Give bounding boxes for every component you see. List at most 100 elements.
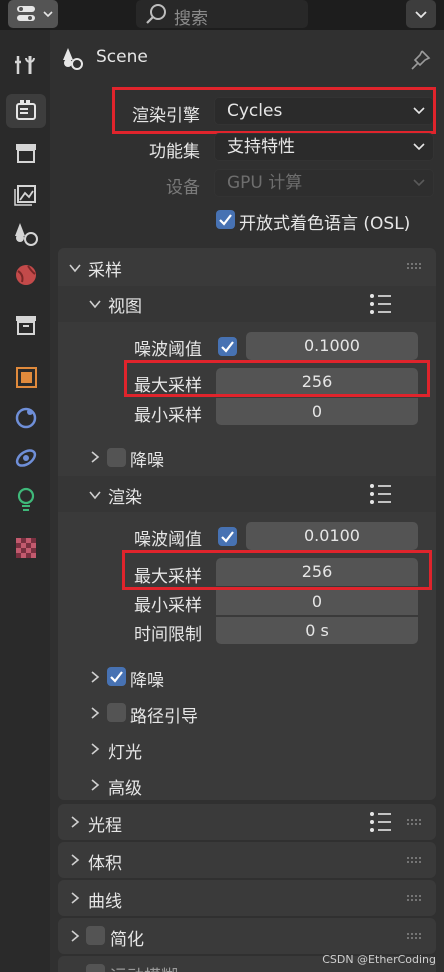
render-denoise-label: 降噪 (130, 671, 164, 691)
viewport-min-samples-label: 最小采样 (134, 406, 202, 426)
expand-right-icon[interactable] (88, 670, 102, 684)
chevron-down-icon (413, 179, 425, 187)
tab-data[interactable] (8, 482, 44, 516)
watermark: CSDN @EtherCoding (322, 953, 436, 966)
options-dropdown-button[interactable] (406, 0, 436, 28)
light-bulb-icon (17, 487, 35, 511)
path-guiding-label: 路径引导 (130, 707, 198, 727)
viewport-title[interactable]: 视图 (108, 292, 142, 317)
output-printer-icon (16, 144, 36, 163)
osl-checkbox[interactable] (216, 210, 235, 229)
volumes-title[interactable]: 体积 (88, 849, 122, 874)
render-noise-threshold-field[interactable]: 0.0100 (246, 522, 418, 550)
texture-checker-icon (16, 538, 36, 558)
expand-right-icon[interactable] (68, 891, 82, 905)
search-input[interactable]: 搜索 (136, 0, 308, 29)
collection-box-icon (16, 316, 36, 335)
tab-scene[interactable] (8, 216, 44, 250)
expand-right-icon[interactable] (68, 929, 82, 943)
light-paths-title[interactable]: 光程 (88, 811, 122, 836)
tab-view-layer[interactable] (8, 176, 44, 210)
tab-world[interactable] (8, 258, 44, 292)
render-min-samples-field[interactable]: 0 (216, 587, 418, 615)
scene-icon (15, 223, 38, 246)
search-icon (146, 4, 166, 24)
expand-right-icon[interactable] (88, 706, 102, 720)
tab-collection[interactable] (8, 308, 44, 342)
tab-texture[interactable] (8, 530, 44, 564)
context-label: Scene (96, 47, 148, 67)
feature-set-value: 支持特性 (227, 137, 295, 157)
expand-right-icon[interactable] (88, 778, 102, 792)
tab-tool[interactable] (8, 48, 44, 82)
motion-blur-title[interactable]: 运动模糊 (110, 962, 178, 972)
physics-icon (15, 407, 37, 429)
device-dropdown[interactable]: GPU 计算 (214, 169, 434, 197)
device-label: 设备 (166, 178, 200, 198)
list-presets-icon[interactable] (368, 482, 394, 506)
expand-right-icon[interactable] (68, 853, 82, 867)
tab-object[interactable] (8, 360, 44, 394)
world-icon (16, 265, 36, 285)
expand-right-icon[interactable] (88, 450, 102, 464)
viewport-noise-threshold-label: 噪波阈值 (134, 340, 202, 360)
expand-down-icon[interactable] (88, 297, 102, 311)
tool-icon (15, 56, 35, 74)
expand-down-icon[interactable] (88, 488, 102, 502)
viewport-denoise-checkbox[interactable] (107, 448, 126, 467)
path-guiding-checkbox[interactable] (107, 703, 126, 722)
simplify-checkbox[interactable] (86, 926, 105, 945)
tab-output[interactable] (8, 136, 44, 170)
advanced-subpanel-title[interactable]: 高级 (108, 774, 142, 799)
feature-set-label: 功能集 (149, 142, 200, 162)
drag-handle-icon[interactable] (406, 818, 422, 826)
drag-handle-icon[interactable] (406, 932, 422, 940)
tab-physics[interactable] (8, 400, 44, 434)
search-placeholder: 搜索 (174, 9, 208, 29)
motion-blur-checkbox[interactable] (86, 964, 105, 972)
simplify-title[interactable]: 简化 (110, 925, 144, 950)
highlight-box-engine (112, 87, 436, 134)
render-noise-threshold-checkbox[interactable] (218, 527, 237, 546)
expand-right-icon[interactable] (88, 742, 102, 756)
viewport-denoise-label: 降噪 (130, 451, 164, 471)
lights-subpanel-title[interactable]: 灯光 (108, 738, 142, 763)
sampling-title[interactable]: 采样 (88, 256, 122, 281)
expand-right-icon[interactable] (68, 815, 82, 829)
curves-title[interactable]: 曲线 (88, 887, 122, 912)
chevron-down-icon (413, 143, 425, 151)
highlight-box-viewport-max-samples (124, 360, 430, 397)
tab-constraints[interactable] (8, 440, 44, 474)
render-noise-threshold-label: 噪波阈值 (134, 530, 202, 550)
editor-type-button[interactable] (8, 0, 58, 28)
expand-down-icon[interactable] (68, 261, 82, 275)
drag-handle-icon[interactable] (406, 856, 422, 864)
render-subpanel-title[interactable]: 渲染 (108, 483, 142, 508)
render-min-samples-label: 最小采样 (134, 596, 202, 616)
properties-editor-icon (17, 6, 53, 21)
constraint-icon (15, 449, 37, 467)
time-limit-field[interactable]: 0 s (216, 616, 418, 644)
tab-render[interactable] (6, 94, 46, 128)
render-denoise-checkbox[interactable] (107, 667, 126, 686)
device-value: GPU 计算 (227, 173, 303, 193)
feature-set-dropdown[interactable]: 支持特性 (214, 133, 434, 161)
viewport-min-samples-field[interactable]: 0 (216, 397, 418, 425)
viewport-noise-threshold-checkbox[interactable] (218, 337, 237, 356)
view-layer-icon (14, 185, 36, 206)
top-bar: 搜索 (0, 0, 444, 30)
list-presets-icon[interactable] (368, 292, 394, 316)
render-camera-icon (16, 100, 36, 120)
drag-handle-icon[interactable] (406, 894, 422, 902)
checkmark-icon (221, 531, 234, 543)
time-limit-label: 时间限制 (134, 625, 202, 645)
pin-icon[interactable] (408, 48, 432, 72)
drag-handle-icon[interactable] (406, 262, 422, 270)
list-presets-icon[interactable] (368, 810, 394, 834)
highlight-box-render-max-samples (122, 550, 432, 590)
checkmark-icon (110, 671, 123, 683)
object-icon (16, 367, 37, 388)
osl-label: 开放式着色语言 (OSL) (239, 214, 411, 234)
scene-context-icon (63, 48, 83, 70)
viewport-noise-threshold-field[interactable]: 0.1000 (246, 332, 418, 360)
